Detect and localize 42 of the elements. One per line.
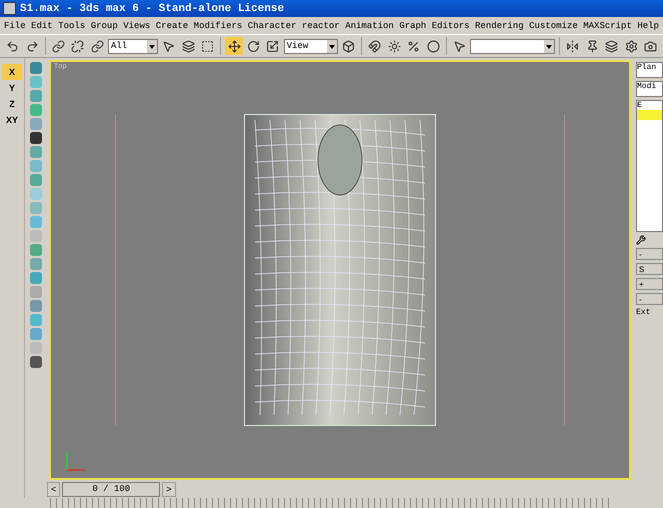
panel-label: Ext [636, 308, 652, 317]
menu-item[interactable]: File [4, 20, 26, 30]
menu-item[interactable]: Animation [345, 20, 394, 30]
frame-counter[interactable]: 0 / 100 [62, 482, 160, 496]
pin-stack-icon[interactable] [636, 235, 646, 245]
selection-filter-dropdown[interactable]: All [108, 38, 158, 54]
menu-item[interactable]: reactor [302, 20, 340, 30]
caret-icon [326, 40, 337, 52]
stack-item[interactable]: E [637, 101, 642, 110]
axis-constraint-button[interactable]: X [2, 64, 22, 80]
menu-item[interactable]: Group [90, 20, 118, 30]
track-bar[interactable] [50, 498, 610, 508]
menu-item[interactable]: Customize [529, 20, 578, 30]
rollout-button[interactable]: - [636, 293, 663, 305]
object-name-field[interactable]: Plan [636, 62, 663, 78]
named-selection-dropdown[interactable] [470, 38, 556, 54]
tool-icon[interactable] [30, 356, 42, 368]
caret-icon [147, 40, 158, 52]
menu-item[interactable]: Tools [58, 20, 86, 30]
reference-coordinate-dropdown[interactable]: View [284, 38, 338, 54]
tool-icon[interactable] [30, 132, 42, 144]
menu-item[interactable]: Edit [31, 20, 53, 30]
next-frame-button[interactable]: > [162, 482, 176, 496]
rollout-button[interactable]: + [636, 278, 663, 290]
menu-item[interactable]: Rendering [475, 20, 524, 30]
stack-highlight [637, 110, 662, 120]
menu-item[interactable]: Views [123, 20, 150, 30]
window-title: S1.max - 3ds max 6 - Stand-alone License [20, 2, 284, 14]
previous-frame-button[interactable]: < [47, 482, 60, 496]
rollout-button[interactable]: - [636, 248, 663, 260]
modifier-stack[interactable]: E [636, 100, 663, 232]
menu-item[interactable]: Help [637, 20, 659, 30]
menu-item[interactable]: Modifiers [194, 20, 242, 30]
menu-item[interactable]: Create [156, 20, 188, 30]
move-icon[interactable] [225, 37, 243, 55]
menu-item[interactable]: Character [248, 20, 296, 30]
menu-item[interactable]: Graph Editors [399, 20, 470, 30]
modifier-list-dropdown[interactable]: Modi [636, 81, 663, 97]
menu-item[interactable]: MAXScript [583, 20, 632, 30]
app-icon [3, 2, 16, 15]
caret-icon [544, 40, 554, 52]
panel-button[interactable]: S [636, 263, 663, 275]
